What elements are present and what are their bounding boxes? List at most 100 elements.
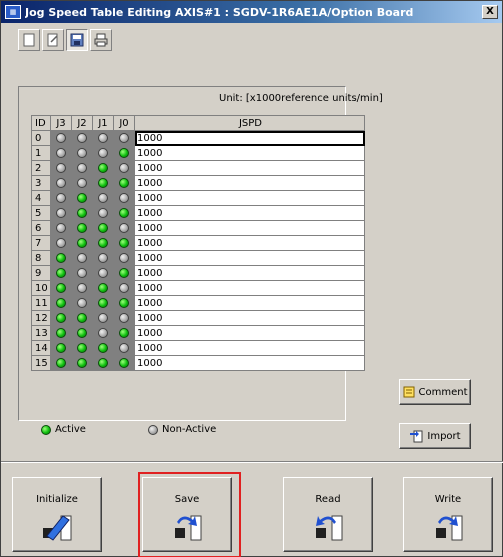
led-cell-j0[interactable] <box>113 295 135 311</box>
led-cell-j2[interactable] <box>71 235 93 251</box>
jspd-value-cell[interactable]: 1000 <box>134 235 365 251</box>
table-row[interactable]: 4 1000 <box>31 190 365 206</box>
led-cell-j2[interactable] <box>71 175 93 191</box>
table-row[interactable]: 8 1000 <box>31 250 365 266</box>
table-row[interactable]: 15 1000 <box>31 355 365 371</box>
led-cell-j1[interactable] <box>92 340 114 356</box>
led-cell-j0[interactable] <box>113 355 135 371</box>
table-row[interactable]: 5 1000 <box>31 205 365 221</box>
table-row[interactable]: 14 1000 <box>31 340 365 356</box>
led-cell-j1[interactable] <box>92 145 114 161</box>
led-cell-j1[interactable] <box>92 250 114 266</box>
jspd-value-cell[interactable]: 1000 <box>134 355 365 371</box>
led-cell-j2[interactable] <box>71 190 93 206</box>
led-cell-j0[interactable] <box>113 205 135 221</box>
led-cell-j3[interactable] <box>50 280 72 296</box>
save-toolbar-button[interactable] <box>66 29 88 51</box>
led-cell-j3[interactable] <box>50 265 72 281</box>
led-cell-j3[interactable] <box>50 295 72 311</box>
led-cell-j0[interactable] <box>113 220 135 236</box>
close-button[interactable]: X <box>482 5 498 19</box>
jspd-value-cell[interactable]: 1000 <box>134 265 365 281</box>
table-row[interactable]: 1 1000 <box>31 145 365 161</box>
led-cell-j1[interactable] <box>92 220 114 236</box>
print-button[interactable] <box>90 29 112 51</box>
table-row[interactable]: 11 1000 <box>31 295 365 311</box>
table-row[interactable]: 9 1000 <box>31 265 365 281</box>
title-bar[interactable]: ▦ Jog Speed Table Editing AXIS#1 : SGDV-… <box>1 1 502 23</box>
jspd-value-cell[interactable]: 1000 <box>134 160 365 176</box>
jspd-value-cell[interactable]: 1000 <box>134 310 365 326</box>
led-cell-j0[interactable] <box>113 160 135 176</box>
jspd-value-cell[interactable]: 1000 <box>134 340 365 356</box>
led-cell-j0[interactable] <box>113 325 135 341</box>
led-cell-j2[interactable] <box>71 280 93 296</box>
led-cell-j0[interactable] <box>113 250 135 266</box>
led-cell-j3[interactable] <box>50 160 72 176</box>
led-cell-j1[interactable] <box>92 295 114 311</box>
jspd-value-cell[interactable]: 1000 <box>134 250 365 266</box>
led-cell-j3[interactable] <box>50 325 72 341</box>
led-cell-j3[interactable] <box>50 190 72 206</box>
led-cell-j1[interactable] <box>92 130 114 146</box>
led-cell-j2[interactable] <box>71 205 93 221</box>
led-cell-j3[interactable] <box>50 145 72 161</box>
table-row[interactable]: 12 1000 <box>31 310 365 326</box>
led-cell-j0[interactable] <box>113 340 135 356</box>
jspd-value-cell[interactable]: 1000 <box>134 220 365 236</box>
jspd-value-cell[interactable]: 1000 <box>134 295 365 311</box>
jspd-value-cell[interactable]: 1000 <box>134 325 365 341</box>
read-button[interactable]: Read <box>283 477 373 552</box>
led-cell-j2[interactable] <box>71 310 93 326</box>
led-cell-j0[interactable] <box>113 280 135 296</box>
led-cell-j2[interactable] <box>71 340 93 356</box>
jspd-value-cell[interactable]: 1000 <box>134 130 365 146</box>
led-cell-j3[interactable] <box>50 205 72 221</box>
led-cell-j2[interactable] <box>71 130 93 146</box>
led-cell-j2[interactable] <box>71 160 93 176</box>
led-cell-j0[interactable] <box>113 175 135 191</box>
led-cell-j3[interactable] <box>50 340 72 356</box>
led-cell-j2[interactable] <box>71 355 93 371</box>
led-cell-j0[interactable] <box>113 190 135 206</box>
led-cell-j2[interactable] <box>71 250 93 266</box>
led-cell-j2[interactable] <box>71 220 93 236</box>
initialize-button[interactable]: Initialize <box>12 477 102 552</box>
led-cell-j3[interactable] <box>50 220 72 236</box>
led-cell-j1[interactable] <box>92 190 114 206</box>
led-cell-j3[interactable] <box>50 130 72 146</box>
led-cell-j1[interactable] <box>92 235 114 251</box>
led-cell-j1[interactable] <box>92 310 114 326</box>
table-row[interactable]: 2 1000 <box>31 160 365 176</box>
led-cell-j1[interactable] <box>92 160 114 176</box>
led-cell-j3[interactable] <box>50 235 72 251</box>
jspd-value-cell[interactable]: 1000 <box>134 280 365 296</box>
table-row[interactable]: 7 1000 <box>31 235 365 251</box>
led-cell-j1[interactable] <box>92 325 114 341</box>
led-cell-j3[interactable] <box>50 310 72 326</box>
led-cell-j2[interactable] <box>71 145 93 161</box>
open-button[interactable] <box>42 29 64 51</box>
led-cell-j0[interactable] <box>113 265 135 281</box>
table-row[interactable]: 13 1000 <box>31 325 365 341</box>
import-button[interactable]: Import <box>399 423 471 449</box>
jspd-value-cell[interactable]: 1000 <box>134 205 365 221</box>
led-cell-j3[interactable] <box>50 355 72 371</box>
led-cell-j3[interactable] <box>50 250 72 266</box>
led-cell-j1[interactable] <box>92 175 114 191</box>
led-cell-j3[interactable] <box>50 175 72 191</box>
led-cell-j0[interactable] <box>113 130 135 146</box>
table-row[interactable]: 6 1000 <box>31 220 365 236</box>
led-cell-j0[interactable] <box>113 145 135 161</box>
led-cell-j1[interactable] <box>92 280 114 296</box>
write-button[interactable]: Write <box>403 477 493 552</box>
jspd-value-cell[interactable]: 1000 <box>134 145 365 161</box>
table-row[interactable]: 0 1000 <box>31 130 365 146</box>
led-cell-j2[interactable] <box>71 265 93 281</box>
table-row[interactable]: 3 1000 <box>31 175 365 191</box>
new-button[interactable] <box>18 29 40 51</box>
led-cell-j1[interactable] <box>92 265 114 281</box>
led-cell-j0[interactable] <box>113 310 135 326</box>
table-row[interactable]: 10 1000 <box>31 280 365 296</box>
led-cell-j2[interactable] <box>71 325 93 341</box>
